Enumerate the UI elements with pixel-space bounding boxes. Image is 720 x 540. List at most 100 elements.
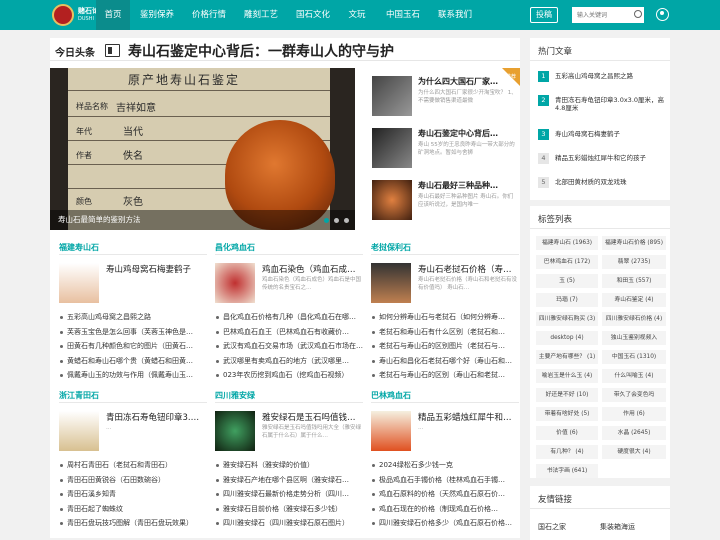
side-news-item[interactable]: 寿山石鉴定中心背后… 寿山 55岁的王忠良昨寿山一带大部分的矿洞地点。暂如与舍狮: [372, 128, 517, 178]
tag[interactable]: 四川雅安绿石购买 (3): [536, 312, 598, 326]
headline-title[interactable]: 寿山石鉴定中心背后：一群寿山人的守与护: [128, 41, 394, 61]
list-item[interactable]: 老挝石与寿山石的区别图片（老挝石与…: [371, 339, 519, 354]
side-news-item[interactable]: 为什么四大国石厂家… 为什么四大国石厂家很少开淘宝吹？ 1、不需要做销售渠道最微: [372, 76, 517, 126]
tag[interactable]: 中国玉石 (1310): [602, 350, 666, 364]
hot-title[interactable]: 北部田黄材质的双龙戏珠: [555, 178, 667, 186]
list-item[interactable]: 青田石盘玩技巧图解（青田石盘玩效果）: [59, 516, 207, 531]
category-thumbnail[interactable]: [215, 411, 255, 451]
nav-jade[interactable]: 中国玉石: [380, 0, 426, 30]
category-thumbnail[interactable]: [215, 263, 255, 303]
category-feature-title[interactable]: 雅安绿石是玉石吗值钱…: [262, 411, 363, 423]
list-item[interactable]: 雅安绿石产地在哪个县区啊（雅安绿石…: [215, 473, 363, 488]
tag[interactable]: 好还是不好 (10): [536, 388, 598, 402]
category-title[interactable]: 老挝保利石: [371, 242, 519, 254]
hot-title[interactable]: 精品五彩蜡烛红犀牛和它的孩子: [555, 154, 667, 162]
list-item[interactable]: 如何分辨寿山石与老挝石（如何分辨寿…: [371, 310, 519, 325]
tag[interactable]: 书法字画 (641): [536, 464, 598, 478]
category-feature-title[interactable]: 青田冻石寿龟钮印章3.…: [106, 411, 207, 423]
search-icon[interactable]: [634, 10, 642, 18]
category-feature-title[interactable]: 精品五彩蜡烛红犀牛和…: [418, 411, 519, 423]
list-item[interactable]: 雅安绿石目前价格（雅安绿石多少钱）: [215, 502, 363, 517]
tag[interactable]: 福建寿山石价格 (895): [602, 236, 666, 250]
user-icon[interactable]: [656, 8, 669, 21]
tag[interactable]: 带着有啥好处 (5): [536, 407, 598, 421]
nav-identify[interactable]: 鉴别保养: [134, 0, 180, 30]
slider-dot[interactable]: [344, 218, 349, 223]
category-thumbnail[interactable]: [371, 263, 411, 303]
nav-contact[interactable]: 联系我们: [432, 0, 478, 30]
tag[interactable]: desktop (4): [536, 331, 598, 345]
slider-dot[interactable]: [334, 218, 339, 223]
news-title[interactable]: 寿山石最好三种品种…: [418, 180, 517, 191]
list-item[interactable]: 佩戴寿山玉的功效与作用（佩戴寿山玉…: [59, 368, 207, 383]
list-item[interactable]: 雅安绿石料（雅安绿的价值）: [215, 458, 363, 473]
tag[interactable]: 玉 (5): [536, 274, 598, 288]
list-item[interactable]: 寿山石和昌化石老挝石哪个好（寿山石和…: [371, 354, 519, 369]
slider-dot[interactable]: [324, 218, 329, 223]
hot-title[interactable]: 五彩高山鸡母窝之昌熙之路: [555, 72, 667, 80]
hot-item[interactable]: 4 精品五彩蜡烛红犀牛和它的孩子: [538, 153, 668, 169]
hot-title[interactable]: 寿山鸡母窝石梅妻鹤子: [555, 130, 667, 138]
news-thumbnail[interactable]: [372, 76, 412, 116]
tag[interactable]: 四川雅安绿石价格 (4): [602, 312, 666, 326]
list-item[interactable]: 昌化鸡血石价格有几种（昌化鸡血石在哪…: [215, 310, 363, 325]
list-item[interactable]: 老挝石与寿山石的区别（寿山石和老挝…: [371, 368, 519, 383]
tag[interactable]: 作用 (6): [602, 407, 666, 421]
news-title[interactable]: 寿山石鉴定中心背后…: [418, 128, 517, 139]
tag[interactable]: 喻岩玉是什么玉 (4): [536, 369, 598, 383]
category-thumbnail[interactable]: [59, 411, 99, 451]
list-item[interactable]: 四川雅安绿石价格多少（鸡血石原石价格…: [371, 516, 519, 531]
category-title[interactable]: 四川雅安绿: [215, 390, 363, 402]
list-item[interactable]: 青田石溪乡知青: [59, 487, 207, 502]
category-feature-title[interactable]: 鸡血石染色（鸡血石成…: [262, 263, 363, 275]
tag[interactable]: 什么叫喻玉 (4): [602, 369, 666, 383]
side-news-item[interactable]: 寿山石最好三种品种… 寿山石最好三种品种图片 寿山石。你们应该听说过，是国内唯一: [372, 180, 517, 230]
tag[interactable]: 福建寿山石 (1963): [536, 236, 598, 250]
category-feature-title[interactable]: 寿山鸡母窝石梅妻鹤子: [106, 263, 207, 275]
tag[interactable]: 独山玉鉴别视频入: [602, 331, 666, 345]
tag[interactable]: 和田玉 (557): [602, 274, 666, 288]
news-title[interactable]: 为什么四大国石厂家…: [418, 76, 517, 87]
logo-icon[interactable]: [52, 4, 74, 26]
list-item[interactable]: 四川雅安绿石（四川雅安绿石原石图片）: [215, 516, 363, 531]
nav-home[interactable]: 首页: [96, 0, 130, 30]
slider-caption[interactable]: 寿山石最简单的鉴别方法: [50, 210, 355, 230]
nav-culture[interactable]: 国石文化: [290, 0, 336, 30]
friend-link[interactable]: 集装箱海运: [600, 522, 635, 532]
hot-item[interactable]: 5 北部田黄材质的双龙戏珠: [538, 177, 668, 193]
list-item[interactable]: 五彩高山鸡母窝之昌熙之路: [59, 310, 207, 325]
tag[interactable]: 主要产地有哪些？ (1): [536, 350, 598, 364]
hot-title[interactable]: 青田冻石寿龟钮印章3.0x3.0厘米，高4.8厘米: [555, 96, 667, 112]
list-item[interactable]: 023年农历挖到鸡血石（挖鸡血石视频）: [215, 368, 363, 383]
hot-item[interactable]: 3 寿山鸡母窝石梅妻鹤子: [538, 129, 668, 145]
list-item[interactable]: 周村石青田石（老挝石和青田石）: [59, 458, 207, 473]
list-item[interactable]: 四川雅安绿石最新价格走势分析（四川…: [215, 487, 363, 502]
nav-price[interactable]: 价格行情: [186, 0, 232, 30]
list-item[interactable]: 极品鸡血石手镯价格（桂林鸡血石手镯…: [371, 473, 519, 488]
nav-wenwan[interactable]: 文玩: [342, 0, 372, 30]
list-item[interactable]: 武汉哪里有卖鸡血石的地方（武汉哪里…: [215, 354, 363, 369]
friend-link[interactable]: 国石之家: [538, 522, 566, 532]
category-title[interactable]: 浙江青田石: [59, 390, 207, 402]
news-thumbnail[interactable]: [372, 180, 412, 220]
list-item[interactable]: 青田石田黄锐谷（石田数碗谷）: [59, 473, 207, 488]
list-item[interactable]: 老挝石和寿山石有什么区别（老挝石和…: [371, 325, 519, 340]
featured-slider[interactable]: 原产地寿山石鉴定 样品名称 吉祥如意 年代 当代 作者 佚名 颜色 灰色 寿山石…: [50, 68, 355, 230]
list-item[interactable]: 2024绿松石多少钱一克: [371, 458, 519, 473]
list-item[interactable]: 青田石起了蜘蛛纹: [59, 502, 207, 517]
tag[interactable]: 有几种？ (4): [536, 445, 598, 459]
category-title[interactable]: 昌化鸡血石: [215, 242, 363, 254]
list-item[interactable]: 鸡血石现在的价格（制现鸡血石价格…: [371, 502, 519, 517]
tag[interactable]: 翡翠 (2735): [602, 255, 666, 269]
hot-item[interactable]: 2 青田冻石寿龟钮印章3.0x3.0厘米，高4.8厘米: [538, 95, 668, 112]
list-item[interactable]: 芙蓉玉宝色是怎么回事（芙蓉玉神色是…: [59, 325, 207, 340]
category-feature-title[interactable]: 寿山石老挝石价格（寿…: [418, 263, 519, 275]
category-thumbnail[interactable]: [371, 411, 411, 451]
tag[interactable]: 寿山石鉴定 (4): [602, 293, 666, 307]
category-title[interactable]: 巴林鸡血石: [371, 390, 519, 402]
list-item[interactable]: 黄蜡石和寿山石哪个贵（黄蜡石和田黄…: [59, 354, 207, 369]
nav-carving[interactable]: 雕刻工艺: [238, 0, 284, 30]
list-item[interactable]: 鸡血石原料的价格（天然鸡血石原石价…: [371, 487, 519, 502]
tag[interactable]: 带久了会变色吗: [602, 388, 666, 402]
tag[interactable]: 水晶 (2645): [602, 426, 666, 440]
